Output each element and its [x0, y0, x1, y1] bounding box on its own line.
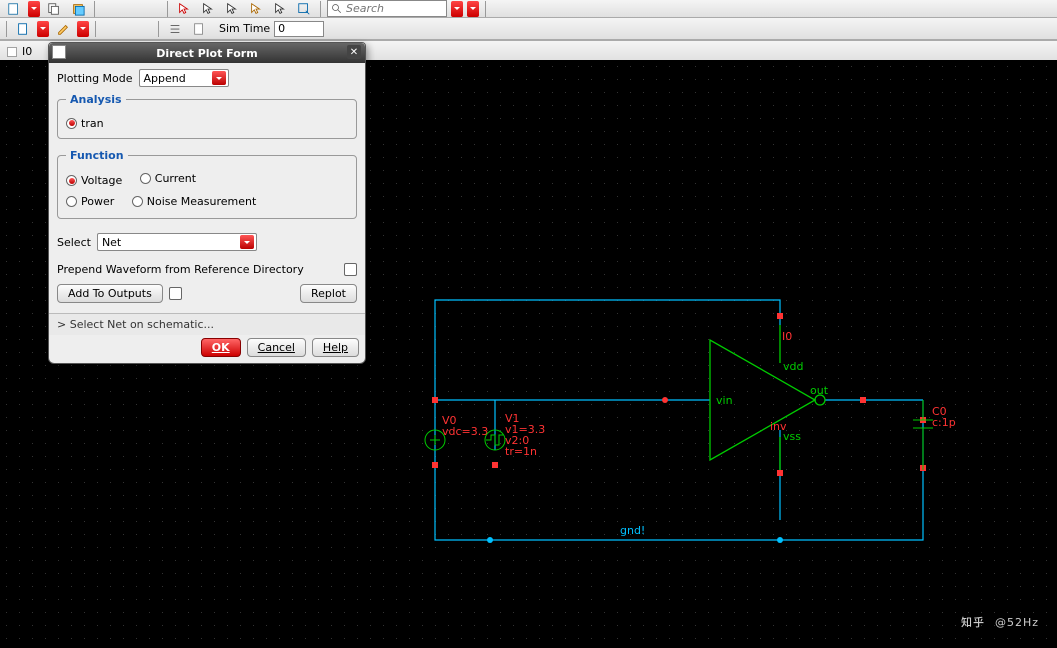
inv-vdd: vdd	[783, 360, 803, 373]
separator	[320, 1, 321, 17]
tab-icon	[6, 46, 18, 58]
chevron-down-icon[interactable]	[212, 71, 226, 85]
v0-param: vdc=3.3	[442, 425, 488, 438]
search-field[interactable]	[327, 0, 447, 17]
status-text: > Select Net on schematic...	[57, 318, 214, 331]
replot-button[interactable]: Replot	[300, 284, 357, 303]
separator	[158, 21, 159, 37]
direct-plot-dialog: Direct Plot Form ✕ Plotting Mode Append …	[48, 42, 366, 364]
add-to-outputs-checkbox[interactable]	[169, 287, 182, 300]
separator	[6, 21, 7, 37]
sim-time: Sim Time	[219, 21, 324, 37]
page-icon[interactable]	[189, 21, 209, 37]
function-group: Function Voltage Current Power Noise Mea…	[57, 149, 357, 220]
analysis-legend: Analysis	[66, 93, 126, 106]
analysis-group: Analysis tran	[57, 93, 357, 139]
radio-current[interactable]: Current	[140, 172, 196, 185]
inv-out: out	[810, 384, 829, 397]
sim-time-label: Sim Time	[219, 22, 270, 35]
dropdown-1[interactable]	[28, 1, 40, 17]
cursor2-icon[interactable]	[198, 1, 218, 17]
ok-button[interactable]: OK	[201, 338, 241, 357]
watermark: 知乎 @52Hz	[961, 614, 1039, 630]
tool-new-icon[interactable]	[4, 1, 24, 17]
plotting-mode-label: Plotting Mode	[57, 72, 133, 85]
dropdown-3[interactable]	[77, 21, 89, 37]
plotting-mode-combo[interactable]: Append	[139, 69, 229, 87]
separator	[485, 1, 486, 17]
tab-label[interactable]: I0	[22, 45, 32, 58]
cap-val: c:1p	[932, 416, 956, 429]
schematic-drawing: V0 vdc=3.3 V1 v1=3.3 v2:0 tr=1n vin out …	[420, 270, 980, 600]
cursor4-icon[interactable]	[246, 1, 266, 17]
inv-name: inv	[770, 420, 787, 433]
watermark-handle: @52Hz	[995, 616, 1039, 629]
prepend-checkbox[interactable]	[344, 263, 357, 276]
list-icon[interactable]	[165, 21, 185, 37]
toolbar-row-2: Sim Time	[0, 18, 1057, 40]
edit-icon[interactable]	[53, 21, 73, 37]
plotting-mode-value: Append	[144, 72, 208, 85]
radio-power[interactable]: Power	[66, 195, 114, 208]
sim-time-input[interactable]	[274, 21, 324, 37]
select-value: Net	[102, 236, 236, 249]
separator	[94, 1, 95, 17]
search-icon	[331, 3, 343, 15]
radio-noise[interactable]: Noise Measurement	[132, 195, 257, 208]
inst-i0: I0	[782, 330, 792, 343]
v1-p3: tr=1n	[505, 445, 537, 458]
dialog-footer: OK Cancel Help	[49, 335, 365, 363]
select-combo[interactable]: Net	[97, 233, 257, 251]
search-input[interactable]	[346, 2, 436, 15]
radio-tran[interactable]: tran	[66, 117, 104, 130]
inv-vin: vin	[716, 394, 733, 407]
chevron-down-icon[interactable]	[240, 235, 254, 249]
toolbar-row-1	[0, 0, 1057, 18]
cursor5-icon[interactable]	[270, 1, 290, 17]
select-label: Select	[57, 236, 91, 249]
add-to-outputs-button[interactable]: Add To Outputs	[57, 284, 163, 303]
doc-icon[interactable]	[13, 21, 33, 37]
zoom-icon[interactable]	[294, 1, 314, 17]
gnd-label: gnd!	[620, 524, 645, 537]
separator	[167, 1, 168, 17]
help-button[interactable]: Help	[312, 338, 359, 357]
cursor-icon[interactable]	[174, 1, 194, 17]
search-dropdown[interactable]	[451, 1, 463, 17]
dropdown-2[interactable]	[37, 21, 49, 37]
cancel-button[interactable]: Cancel	[247, 338, 306, 357]
radio-voltage[interactable]: Voltage	[66, 174, 122, 187]
dialog-title: Direct Plot Form	[156, 47, 257, 60]
tool-copy-icon[interactable]	[44, 1, 64, 17]
tool-layers-icon[interactable]	[68, 1, 88, 17]
watermark-zh: 知乎	[961, 614, 985, 630]
window-icon	[52, 45, 66, 59]
function-legend: Function	[66, 149, 128, 162]
status-line: > Select Net on schematic...	[49, 313, 365, 335]
close-icon[interactable]: ✕	[347, 45, 361, 59]
separator	[95, 21, 96, 37]
dialog-titlebar[interactable]: Direct Plot Form ✕	[49, 43, 365, 63]
search-dropdown-2[interactable]	[467, 1, 479, 17]
cursor3-icon[interactable]	[222, 1, 242, 17]
prepend-label: Prepend Waveform from Reference Director…	[57, 263, 304, 276]
